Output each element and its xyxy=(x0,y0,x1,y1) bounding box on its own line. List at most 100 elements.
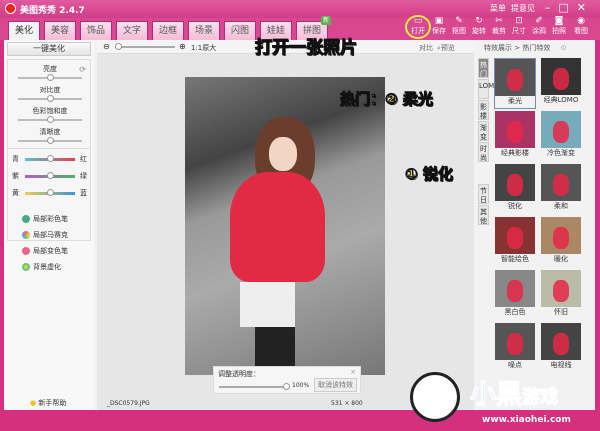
cutout-button[interactable]: ✎ 抠图 xyxy=(450,16,468,36)
blur-icon xyxy=(22,263,30,271)
effect-label: 冷色渐变 xyxy=(547,149,575,157)
effect-thumbnail[interactable]: 锐化 xyxy=(494,164,536,215)
tab-accessories[interactable]: 饰品 xyxy=(80,21,112,40)
minimize-button[interactable]: – xyxy=(545,1,559,14)
resize-icon: ⊡ xyxy=(515,16,523,26)
local-recolor-brush[interactable]: 局部变色笔 xyxy=(22,246,68,256)
preview-button[interactable]: ⌕预览 xyxy=(437,43,455,53)
doodle-button[interactable]: ✐ 涂鸦 xyxy=(530,16,548,36)
color-brush-icon xyxy=(22,215,30,223)
effect-label: 噪点 xyxy=(508,361,522,369)
background-blur[interactable]: 背景虚化 xyxy=(22,262,61,272)
effect-preview-image xyxy=(495,270,535,307)
effect-thumbnail[interactable]: 暖化 xyxy=(540,217,582,268)
effect-thumbnail[interactable]: 黑白色 xyxy=(494,270,536,321)
green-label: 绿 xyxy=(80,172,87,180)
menu-link[interactable]: 菜单 xyxy=(490,4,506,13)
zoom-out-icon[interactable]: ⊖ xyxy=(103,42,110,51)
effect-category-tab[interactable]: 其他 xyxy=(478,205,489,225)
effect-preview-image xyxy=(495,323,535,360)
effect-preview-image xyxy=(541,323,581,360)
tab-flash[interactable]: 闪图 xyxy=(224,21,256,40)
contrast-slider[interactable] xyxy=(18,95,82,102)
effect-preview-image xyxy=(541,111,581,148)
yellow-blue-slider[interactable] xyxy=(25,189,75,196)
zoom-slider[interactable] xyxy=(115,43,175,50)
cyan-red-slider[interactable] xyxy=(25,155,75,162)
sharpness-slider[interactable] xyxy=(18,137,82,144)
left-panel: 一键美化 ⟳ 亮度 对比度 色彩饱和度 清晰度 青 红 紫 绿 黄 蓝 局部彩色… xyxy=(4,40,94,410)
close-button[interactable]: ✕ xyxy=(577,1,594,14)
effect-thumbnail[interactable]: 经典影楼 xyxy=(494,111,536,162)
effect-preview-image xyxy=(495,111,535,148)
effect-thumbnail[interactable]: 噪点 xyxy=(494,323,536,374)
effects-panel: 特效展示 > 热门特效 ⊙ 热门LOMO影楼渐变时尚艺术节日其他 柔光经典LOM… xyxy=(476,40,595,410)
effect-category-tab[interactable]: 时尚 xyxy=(478,142,489,162)
effect-thumbnail[interactable]: 智能绘色 xyxy=(494,217,536,268)
image-dimensions: 531 × 800 xyxy=(331,400,363,407)
effect-category-tab[interactable]: 节日 xyxy=(478,184,489,204)
yellow-label: 黄 xyxy=(12,189,19,197)
save-button[interactable]: ▣ 保存 xyxy=(430,16,448,36)
tab-text[interactable]: 文字 xyxy=(116,21,148,40)
purple-green-slider[interactable] xyxy=(25,172,75,179)
rotate-button[interactable]: ↻ 旋转 xyxy=(470,16,488,36)
brightness-slider[interactable] xyxy=(18,74,82,81)
settings-icon[interactable]: ⊙ xyxy=(561,44,567,52)
effect-preview-image xyxy=(495,164,535,201)
compare-button[interactable]: 对比 xyxy=(419,43,433,53)
effect-category-tab[interactable]: 热门 xyxy=(478,58,489,78)
effect-thumbnail[interactable]: 柔和 xyxy=(540,164,582,215)
photo-canvas[interactable] xyxy=(185,77,385,375)
recolor-brush-icon xyxy=(22,247,30,255)
saturation-slider[interactable] xyxy=(18,116,82,123)
cancel-effect-button[interactable]: 取消该特效 xyxy=(314,378,357,392)
new-badge: 新 xyxy=(321,16,331,25)
effect-thumbnail[interactable]: 冷色渐变 xyxy=(540,111,582,162)
opacity-popup: 调整透明度： × 100% 取消该特效 xyxy=(213,366,361,394)
effect-thumbnail[interactable]: 柔光 xyxy=(494,58,536,109)
contrast-label: 对比度 xyxy=(39,86,61,94)
crop-button[interactable]: ✂ 裁剪 xyxy=(490,16,508,36)
effects-breadcrumb: 特效展示 > 热门特效 ⊙ xyxy=(484,44,567,52)
tab-face[interactable]: 美容 xyxy=(44,21,76,40)
local-mosaic[interactable]: 局部马赛克 xyxy=(22,230,68,240)
maximize-button[interactable]: □ xyxy=(558,1,576,14)
one-key-beautify-button[interactable]: 一键美化 xyxy=(7,42,91,56)
effect-preview-image xyxy=(495,59,535,96)
effect-thumbnail[interactable]: 经典LOMO xyxy=(540,58,582,109)
effect-category-tab[interactable]: 渐变 xyxy=(478,121,489,141)
effect-category-tab[interactable]: 影楼 xyxy=(478,100,489,120)
feedback-link[interactable]: 提意见 xyxy=(511,4,535,13)
annotation-soft-light: 热门：② 柔光 xyxy=(340,90,434,109)
effect-thumbnail[interactable]: 电视线 xyxy=(540,323,582,374)
resize-button[interactable]: ⊡ 尺寸 xyxy=(510,16,528,36)
tab-scene[interactable]: 场景 xyxy=(188,21,220,40)
beginner-help-link[interactable]: ● 新手帮助 xyxy=(30,398,66,408)
close-popup-icon[interactable]: × xyxy=(350,368,356,376)
camera-button[interactable]: ◙ 拍照 xyxy=(550,16,568,36)
cyan-label: 青 xyxy=(12,155,19,163)
effect-label: 暖化 xyxy=(554,255,568,263)
brush-icon: ✐ xyxy=(535,16,543,26)
actual-size-button[interactable]: 1:1原大 xyxy=(191,43,216,53)
annotation-sharpen: ① 锐化 xyxy=(405,165,454,184)
effect-thumbnail[interactable]: 怀旧 xyxy=(540,270,582,321)
panda-icon xyxy=(410,372,460,422)
tab-beautify[interactable]: 美化 xyxy=(8,21,40,41)
tab-frame[interactable]: 边框 xyxy=(152,21,184,40)
effect-label: 经典影楼 xyxy=(501,149,529,157)
effect-category-tab[interactable]: LOMO xyxy=(478,79,500,99)
effect-preview-image xyxy=(541,164,581,201)
crop-icon: ✂ xyxy=(495,16,503,26)
saturation-label: 色彩饱和度 xyxy=(32,107,68,115)
view-button[interactable]: ◉ 看图 xyxy=(572,16,590,36)
effect-preview-image xyxy=(541,217,581,254)
zoom-in-icon[interactable]: ⊕ xyxy=(179,42,186,51)
annotation-circle xyxy=(405,15,431,39)
cutout-icon: ✎ xyxy=(455,16,463,26)
app-logo-icon xyxy=(5,3,16,14)
opacity-slider[interactable] xyxy=(219,383,290,390)
blue-label: 蓝 xyxy=(80,189,87,197)
local-color-brush[interactable]: 局部彩色笔 xyxy=(22,214,68,224)
